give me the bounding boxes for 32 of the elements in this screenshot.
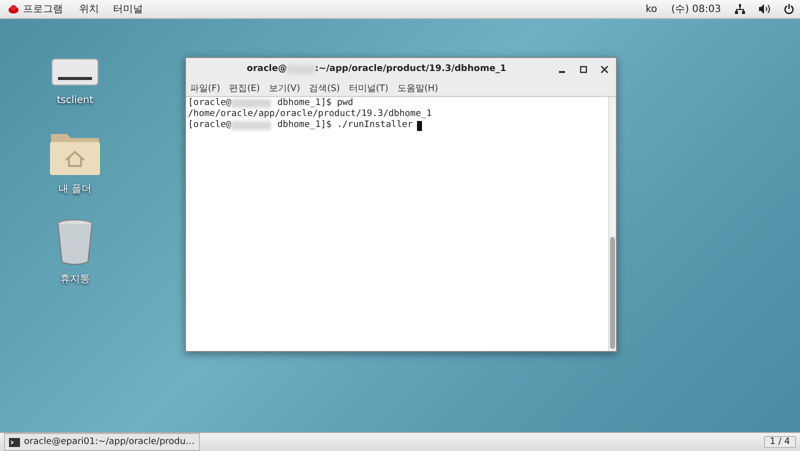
terminal-text: [oracle@: [188, 120, 232, 131]
blurred-text: [231, 121, 272, 130]
maximize-icon[interactable]: [580, 66, 587, 72]
menu-item[interactable]: 보기(V): [268, 82, 300, 94]
menu-item[interactable]: 편집(E): [229, 82, 260, 94]
volume-icon[interactable]: [759, 4, 770, 14]
hat-logo-icon: [8, 4, 19, 14]
network-icon[interactable]: [735, 4, 745, 14]
menu-item[interactable]: 검색(S): [309, 82, 340, 94]
applications-menu[interactable]: 프로그램: [6, 2, 65, 16]
menu-item[interactable]: 파일(F): [190, 82, 220, 94]
close-icon[interactable]: [601, 66, 608, 72]
terminal-icon: [9, 438, 20, 446]
text-cursor: [416, 120, 422, 130]
window-title: oracle@: [246, 64, 287, 74]
scrollbar[interactable]: [608, 97, 616, 351]
blurred-text: [231, 99, 272, 108]
terminal-text: [oracle@: [188, 98, 232, 109]
clock[interactable]: (수) 08:03: [671, 2, 721, 16]
menu-item[interactable]: 터미널(T): [348, 82, 388, 94]
top-menu[interactable]: 위치: [79, 2, 99, 16]
top-menu[interactable]: 터미널: [113, 2, 143, 16]
menu-item[interactable]: 도움말(H): [397, 82, 438, 94]
trash-icon: [55, 218, 95, 266]
terminal-text: dbhome_1]$ pwd: [277, 98, 354, 109]
taskbar-item[interactable]: oracle@epari01:~/app/oracle/produ…: [4, 433, 200, 451]
language-indicator[interactable]: ko: [646, 4, 658, 14]
terminal-text: dbhome_1]$ ./runInstaller: [277, 120, 413, 131]
workspace-indicator[interactable]: 1 / 4: [764, 436, 796, 448]
terminal-text: /home/oracle/app/oracle/product/19.3/dbhome_1: [188, 109, 432, 120]
window-title: :~/app/oracle/product/19.3/dbhome_1: [314, 64, 506, 74]
power-icon[interactable]: [784, 4, 794, 14]
